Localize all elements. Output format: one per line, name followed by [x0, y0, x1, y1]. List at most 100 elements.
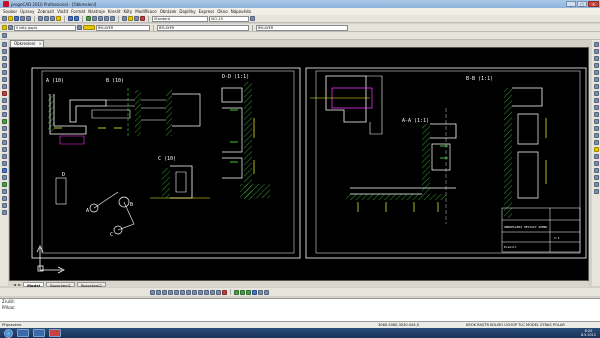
match-properties-icon[interactable] [56, 16, 61, 21]
print-icon[interactable] [20, 16, 25, 21]
view-top-icon[interactable] [234, 289, 239, 295]
zoom-window-icon[interactable] [98, 16, 103, 21]
menu-draw[interactable]: Kreslit [108, 9, 121, 14]
rectangle-icon[interactable] [1, 70, 7, 75]
table-icon[interactable] [1, 161, 7, 166]
print-preview-icon[interactable] [26, 16, 31, 21]
spline-icon[interactable] [1, 98, 7, 103]
command-prompt[interactable]: Příkaz: [0, 305, 600, 311]
measure-icon[interactable] [1, 175, 7, 180]
tool-palette-icon[interactable] [134, 16, 139, 21]
save-icon[interactable] [14, 16, 19, 21]
snap-nearest-icon[interactable] [210, 289, 215, 295]
make-current-layer-icon[interactable] [77, 25, 82, 30]
close-button[interactable]: ✕ [588, 1, 599, 7]
trim-icon[interactable] [593, 105, 599, 110]
hatch-icon[interactable] [1, 140, 7, 145]
gradient-icon[interactable] [1, 147, 7, 152]
snap-node-icon[interactable] [168, 289, 173, 295]
menu-modify[interactable]: Modifikace [135, 9, 156, 14]
menu-express[interactable]: Express [199, 9, 215, 14]
fillet-icon[interactable] [593, 140, 599, 145]
view-iso-icon[interactable] [252, 289, 257, 295]
zoom-previous-icon[interactable] [104, 16, 109, 21]
line-icon[interactable] [1, 42, 7, 47]
region-icon[interactable] [1, 154, 7, 159]
snap-none-icon[interactable] [222, 289, 227, 295]
lengthen-icon[interactable] [593, 161, 599, 166]
start-button-icon[interactable] [4, 328, 13, 338]
mirror-icon[interactable] [593, 56, 599, 61]
snap-perpendicular-icon[interactable] [198, 289, 203, 295]
paste-icon[interactable] [50, 16, 55, 21]
arc-icon[interactable] [1, 77, 7, 82]
construction-line-icon[interactable] [1, 49, 7, 54]
minimize-button[interactable]: _ [566, 1, 576, 7]
ellipse-icon[interactable] [1, 105, 7, 110]
menu-dimension[interactable]: Kóty [123, 9, 132, 14]
drawing-canvas[interactable]: A (10) B (10) C (10) D-D (1:1) A-A (1:1)… [9, 47, 589, 281]
menu-edit[interactable]: Úpravy [20, 9, 34, 14]
help-icon[interactable] [140, 16, 145, 21]
maximize-button[interactable]: □ [577, 1, 587, 7]
explode-icon[interactable] [593, 147, 599, 152]
snap-parallel-icon[interactable] [216, 289, 221, 295]
properties-match-icon[interactable] [593, 154, 599, 159]
layer-select[interactable]: 0 kóty popis [14, 24, 76, 31]
linetype-select[interactable]: BYLAYER [157, 24, 249, 31]
copy-object-icon[interactable] [593, 49, 599, 54]
pan-icon[interactable] [86, 16, 91, 21]
open-folder-icon[interactable] [8, 16, 13, 21]
zoom-realtime-icon[interactable] [92, 16, 97, 21]
point-icon[interactable] [1, 133, 7, 138]
insert-block-icon[interactable] [1, 119, 7, 124]
menu-window[interactable]: Okno [217, 9, 227, 14]
snap-intersection-icon[interactable] [180, 289, 185, 295]
edit-polyline-icon[interactable] [593, 175, 599, 180]
cut-icon[interactable] [38, 16, 43, 21]
multiline-text-icon[interactable] [1, 168, 7, 173]
workspace-icon[interactable] [2, 33, 7, 38]
snap-quadrant-icon[interactable] [174, 289, 179, 295]
align-icon[interactable] [593, 168, 599, 173]
design-center-icon[interactable] [128, 16, 133, 21]
zoom-extents-icon[interactable] [110, 16, 115, 21]
view-side-icon[interactable] [246, 289, 251, 295]
dim-style-select[interactable]: ISO-25 [209, 15, 249, 22]
menu-insert[interactable]: Vložit [57, 9, 68, 14]
edit-hatch-icon[interactable] [593, 189, 599, 194]
polyline-icon[interactable] [1, 56, 7, 61]
menu-image[interactable]: Obrázek [160, 9, 177, 14]
system-clock[interactable]: 8:20 8.5.2012 [581, 328, 596, 338]
snap-endpoint-icon[interactable] [150, 289, 155, 295]
move-icon[interactable] [593, 77, 599, 82]
redo-icon[interactable] [74, 16, 79, 21]
tab-scroll-left[interactable]: ◄ [13, 282, 16, 287]
chamfer-icon[interactable] [593, 133, 599, 138]
layer-state-icon[interactable] [8, 25, 13, 30]
offset-icon[interactable] [593, 63, 599, 68]
ellipse-arc-icon[interactable] [1, 112, 7, 117]
taskbar-explorer-icon[interactable] [17, 329, 29, 337]
menu-format[interactable]: Formát [71, 9, 85, 14]
snap-center-icon[interactable] [162, 289, 167, 295]
break-icon[interactable] [593, 119, 599, 124]
taskbar-progecad-icon[interactable] [49, 329, 61, 337]
menu-file[interactable]: Soubor [3, 9, 17, 14]
command-window[interactable]: Zrušit: Příkaz: [0, 298, 600, 322]
view-front-icon[interactable] [240, 289, 245, 295]
edit-text-icon[interactable] [593, 182, 599, 187]
dimension-angular-icon[interactable] [1, 203, 7, 208]
tab-model[interactable]: Model [23, 281, 45, 288]
array-icon[interactable] [593, 70, 599, 75]
document-tab[interactable]: Obkreslení × [10, 40, 44, 47]
rotate-icon[interactable] [593, 84, 599, 89]
join-icon[interactable] [593, 126, 599, 131]
make-block-icon[interactable] [1, 126, 7, 131]
menu-view[interactable]: Zobrazit [37, 9, 54, 14]
render-icon[interactable] [264, 289, 269, 295]
revision-cloud-icon[interactable] [1, 91, 7, 96]
dimension-radius-icon[interactable] [1, 196, 7, 201]
properties-icon[interactable] [122, 16, 127, 21]
tab-layout2[interactable]: Rozvržení2 [76, 281, 106, 288]
